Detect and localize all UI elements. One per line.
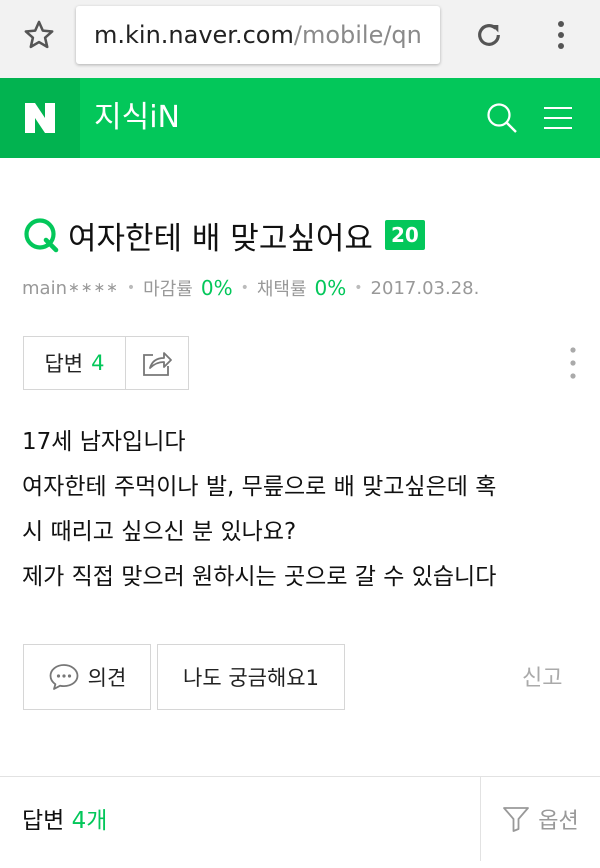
bookmark-star-button[interactable]: [14, 12, 64, 58]
menu-button[interactable]: [534, 94, 582, 142]
browser-toolbar: m.kin.naver.com/mobile/qn: [0, 0, 600, 78]
reload-button[interactable]: [464, 12, 514, 58]
question-meta: main ∗∗∗∗ • 마감률 0% • 채택률 0% • 2017.03.28.: [22, 274, 479, 302]
reload-icon: [478, 24, 500, 46]
naver-logo[interactable]: [0, 78, 80, 158]
question-body-line: 여자한테 주먹이나 발, 무릎으로 배 맞고싶은데 혹: [22, 474, 497, 500]
options-button-label: 옵션: [538, 809, 579, 834]
service-title[interactable]: 지식iN: [94, 78, 180, 158]
answer-button-label: 답변: [44, 352, 84, 376]
app-header: 지식iN: [0, 78, 600, 158]
author-name[interactable]: main: [22, 278, 67, 299]
question-q-icon: [24, 218, 59, 253]
answer-count-label: 답변: [22, 808, 65, 834]
naver-n-icon: [25, 103, 55, 133]
search-button[interactable]: [478, 94, 526, 142]
author-mask: ∗∗∗∗: [67, 280, 119, 296]
filter-icon: [503, 807, 530, 832]
me-too-curious-button[interactable]: 나도 궁금해요1: [157, 644, 345, 710]
question-body-line: 제가 직접 맞으러 원하시는 곳으로 갈 수 있습니다: [22, 564, 497, 590]
question-date: 2017.03.28.: [370, 277, 480, 299]
deadline-label: 마감률: [143, 279, 193, 300]
answer-share-group: 답변 4: [23, 336, 189, 390]
url-host: m.kin.naver.com: [94, 21, 294, 49]
points-badge: 20: [384, 220, 425, 250]
search-icon: [487, 103, 517, 133]
meta-separator: •: [354, 280, 363, 296]
overflow-menu-icon: [558, 21, 564, 49]
adoption-rate: 0%: [314, 276, 347, 300]
question-body-line: 17세 남자입니다: [22, 429, 186, 455]
answer-count-value: 4개: [71, 808, 108, 834]
answer-list-header: 답변 4개 옵션: [0, 776, 600, 868]
answer-button[interactable]: 답변 4: [24, 337, 126, 389]
speech-bubble-icon: [49, 664, 79, 690]
me-too-curious-label: 나도 궁금해요1: [183, 666, 319, 690]
more-vertical-icon: [570, 347, 576, 379]
deadline-rate: 0%: [200, 276, 233, 300]
opinion-button[interactable]: 의견: [23, 644, 151, 710]
share-button[interactable]: [126, 337, 188, 389]
meta-separator: •: [240, 280, 249, 296]
star-icon: [24, 20, 54, 49]
question-body-line: 시 때리고 싶으신 분 있나요?: [22, 519, 297, 545]
report-link[interactable]: 신고: [522, 660, 562, 692]
url-path: /mobile/qn: [293, 21, 422, 49]
meta-separator: •: [126, 280, 136, 296]
adoption-label: 채택률: [256, 279, 307, 300]
address-bar[interactable]: m.kin.naver.com/mobile/qn: [76, 6, 440, 64]
question-body: 17세 남자입니다 여자한테 주먹이나 발, 무릎으로 배 맞고싶은데 혹 시 …: [22, 420, 582, 600]
question-title-text: 여자한테 배 맞고싶어요: [68, 220, 373, 257]
hamburger-icon: [544, 107, 572, 129]
answer-button-count: 4: [91, 351, 105, 375]
opinion-button-label: 의견: [87, 666, 127, 690]
answer-count: 답변 4개: [22, 801, 107, 835]
question-title: 여자한테 배 맞고싶어요 20: [22, 210, 425, 260]
browser-menu-button[interactable]: [538, 12, 584, 58]
more-options-button[interactable]: [558, 342, 588, 384]
share-icon: [143, 352, 172, 376]
options-button[interactable]: 옵션: [480, 777, 600, 861]
